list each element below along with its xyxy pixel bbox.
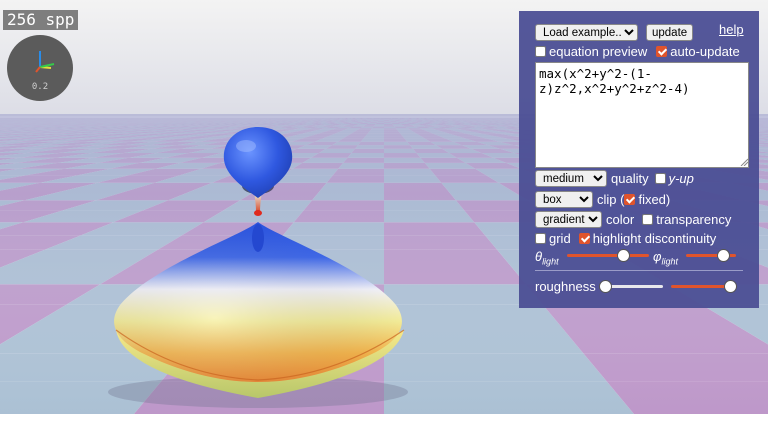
equation-preview-checkbox[interactable] <box>535 46 546 57</box>
panel-divider <box>535 270 743 271</box>
transparency-checkbox[interactable] <box>642 214 654 225</box>
quality-select[interactable]: medium <box>535 170 607 187</box>
discontinuity-highlight <box>254 210 262 216</box>
auto-update-checkbox[interactable] <box>656 46 668 57</box>
highlight-discontinuity-label: highlight discontinuity <box>592 231 717 246</box>
auto-update-label: auto-update <box>670 44 740 59</box>
clip-label: clip ( <box>597 192 625 207</box>
axis-gizmo[interactable]: 0.2 <box>7 35 73 101</box>
equation-input[interactable]: max(x^2+y^2-(1-z)z^2,x^2+y^2+z^2-4) <box>535 62 749 168</box>
roughness-thumb[interactable] <box>599 280 612 293</box>
quality-label: quality <box>611 171 649 186</box>
help-link[interactable]: help <box>719 22 744 37</box>
samples-per-pixel-readout: 256 spp <box>3 10 79 30</box>
transparency-label: transparency <box>656 212 732 227</box>
theta-light-slider[interactable] <box>567 249 649 263</box>
phi-light-label: φlight <box>653 249 678 267</box>
phi-light-slider[interactable] <box>686 249 736 263</box>
theta-light-thumb[interactable] <box>616 249 630 262</box>
grid-checkbox[interactable] <box>535 233 546 244</box>
theta-light-label: θlight <box>535 249 559 267</box>
grid-label: grid <box>549 231 571 246</box>
roughness-secondary-thumb[interactable] <box>724 280 737 293</box>
control-panel: Load example... update help equation pre… <box>519 11 759 308</box>
clip-select[interactable]: box <box>535 191 593 208</box>
fixed-checkbox[interactable] <box>624 194 636 205</box>
fixed-label: fixed) <box>638 192 671 207</box>
roughness-secondary-slider[interactable] <box>671 280 737 294</box>
update-button[interactable]: update <box>646 24 694 41</box>
gizmo-value: 0.2 <box>31 82 49 92</box>
y-up-checkbox[interactable] <box>654 173 666 184</box>
color-select[interactable]: gradient <box>535 211 602 228</box>
drop-highlight <box>236 140 256 152</box>
y-up-label: y-up <box>668 171 694 186</box>
lower-drop <box>252 224 264 252</box>
color-label: color <box>606 212 635 227</box>
phi-light-thumb[interactable] <box>717 249 731 262</box>
roughness-slider[interactable] <box>599 280 663 294</box>
equation-preview-label: equation preview <box>549 44 648 59</box>
load-example-select[interactable]: Load example... <box>535 24 638 41</box>
roughness-label: roughness <box>535 279 596 294</box>
resize-handle-icon[interactable] <box>740 158 748 166</box>
highlight-discontinuity-checkbox[interactable] <box>578 233 590 244</box>
